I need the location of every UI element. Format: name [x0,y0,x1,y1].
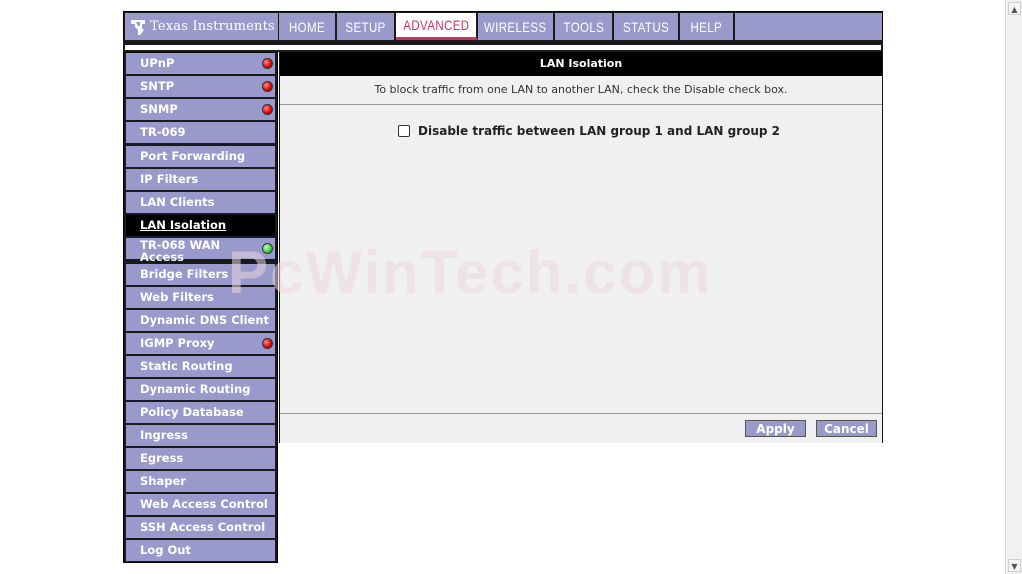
texas-instruments-logo: Texas Instruments [125,13,278,40]
sidebar-item-snmp[interactable]: SNMP [126,99,275,120]
apply-button[interactable]: Apply [745,420,806,437]
tab-label: SETUP [345,18,386,35]
tab-setup[interactable]: SETUP [337,13,396,40]
header: Texas Instruments HOME SETUP ADVANCED WI… [123,11,883,40]
sidebar-item-label: Log Out [140,543,191,557]
tab-status[interactable]: STATUS [614,13,680,40]
header-divider [123,40,883,52]
sidebar-item-ip-filters[interactable]: IP Filters [126,169,275,190]
sidebar-item-label: Dynamic DNS Client [140,313,269,327]
sidebar-item-label: Egress [140,451,184,465]
sidebar-item-ingress[interactable]: Ingress [126,425,275,446]
nav-filler [735,13,882,40]
sidebar-item-label: Web Filters [140,290,214,304]
cancel-button[interactable]: Cancel [816,420,877,437]
sidebar-item-label: LAN Clients [140,195,215,209]
sidebar: UPnP SNTP SNMP TR-069 Port Forwarding IP… [123,52,278,563]
sidebar-item-label: UPnP [140,56,175,70]
sidebar-item-label: Bridge Filters [140,267,229,281]
tab-tools[interactable]: TOOLS [555,13,614,40]
disable-traffic-checkbox[interactable] [398,125,410,137]
sidebar-item-ssh-access-control[interactable]: SSH Access Control [126,517,275,538]
status-red-icon [262,58,273,69]
sidebar-item-port-forwarding[interactable]: Port Forwarding [126,146,275,167]
sidebar-item-lan-isolation[interactable]: LAN Isolation [126,215,275,236]
sidebar-item-sntp[interactable]: SNTP [126,76,275,97]
instruction-text: To block traffic from one LAN to another… [280,76,882,105]
sidebar-item-label: Port Forwarding [140,149,246,163]
sidebar-item-dynamic-routing[interactable]: Dynamic Routing [126,379,275,400]
main-panel: LAN Isolation To block traffic from one … [279,52,883,443]
sidebar-item-policy-database[interactable]: Policy Database [126,402,275,423]
status-red-icon [262,81,273,92]
brand-name: Texas Instruments [150,19,275,34]
sidebar-item-tr-068-wan-access[interactable]: TR-068 WAN Access [126,238,275,263]
tab-label: HOME [288,18,326,35]
browser-scrollbar[interactable]: ▲ ▼ [1005,0,1022,574]
tab-label: WIRELESS [484,18,547,35]
tab-wireless[interactable]: WIRELESS [478,13,555,40]
sidebar-item-static-routing[interactable]: Static Routing [126,356,275,377]
sidebar-item-label: IP Filters [140,172,199,186]
status-red-icon [262,104,273,115]
sidebar-item-label: Shaper [140,474,186,488]
tab-advanced[interactable]: ADVANCED [396,13,478,40]
router-admin-page: Texas Instruments HOME SETUP ADVANCED WI… [123,11,883,563]
sidebar-item-label: Web Access Control [140,497,268,511]
sidebar-item-label: Policy Database [140,405,244,419]
sidebar-item-label: SNTP [140,79,175,93]
sidebar-item-label: Static Routing [140,359,233,373]
sidebar-item-web-filters[interactable]: Web Filters [126,287,275,308]
sidebar-item-label: Dynamic Routing [140,382,251,396]
sidebar-item-label: TR-069 [140,125,186,139]
tab-home[interactable]: HOME [279,13,337,40]
sidebar-item-tr-069[interactable]: TR-069 [126,122,275,143]
scroll-down-arrow-icon[interactable]: ▼ [1008,559,1021,572]
sidebar-item-bridge-filters[interactable]: Bridge Filters [126,264,275,285]
ti-logo-icon [131,19,145,35]
sidebar-item-log-out[interactable]: Log Out [126,540,275,561]
scroll-up-arrow-icon[interactable]: ▲ [1008,2,1021,15]
sidebar-item-label: SSH Access Control [140,520,266,534]
status-red-icon [262,338,273,349]
tab-label: TOOLS [563,18,604,35]
sidebar-item-label: SNMP [140,102,178,116]
sidebar-item-upnp[interactable]: UPnP [126,53,275,74]
top-nav: HOME SETUP ADVANCED WIRELESS TOOLS STATU… [279,13,882,40]
disable-traffic-label: Disable traffic between LAN group 1 and … [418,124,781,138]
sidebar-item-egress[interactable]: Egress [126,448,275,469]
sidebar-item-label: Ingress [140,428,188,442]
tab-help[interactable]: HELP [680,13,735,40]
disable-lan-traffic-option: Disable traffic between LAN group 1 and … [398,123,780,139]
sidebar-item-igmp-proxy[interactable]: IGMP Proxy [126,333,275,354]
sidebar-item-shaper[interactable]: Shaper [126,471,275,492]
sidebar-item-web-access-control[interactable]: Web Access Control [126,494,275,515]
tab-label: ADVANCED [402,17,470,33]
status-green-icon [262,243,273,254]
sidebar-item-label: IGMP Proxy [140,336,215,350]
sidebar-item-label: TR-068 WAN Access [140,238,221,264]
page-title: LAN Isolation [280,52,882,76]
tab-label: HELP [690,18,723,35]
sidebar-item-label: LAN Isolation [140,218,227,232]
sidebar-item-lan-clients[interactable]: LAN Clients [126,192,275,213]
sidebar-item-dynamic-dns-client[interactable]: Dynamic DNS Client [126,310,275,331]
tab-label: STATUS [622,18,670,35]
action-bar: Apply Cancel [280,413,882,443]
